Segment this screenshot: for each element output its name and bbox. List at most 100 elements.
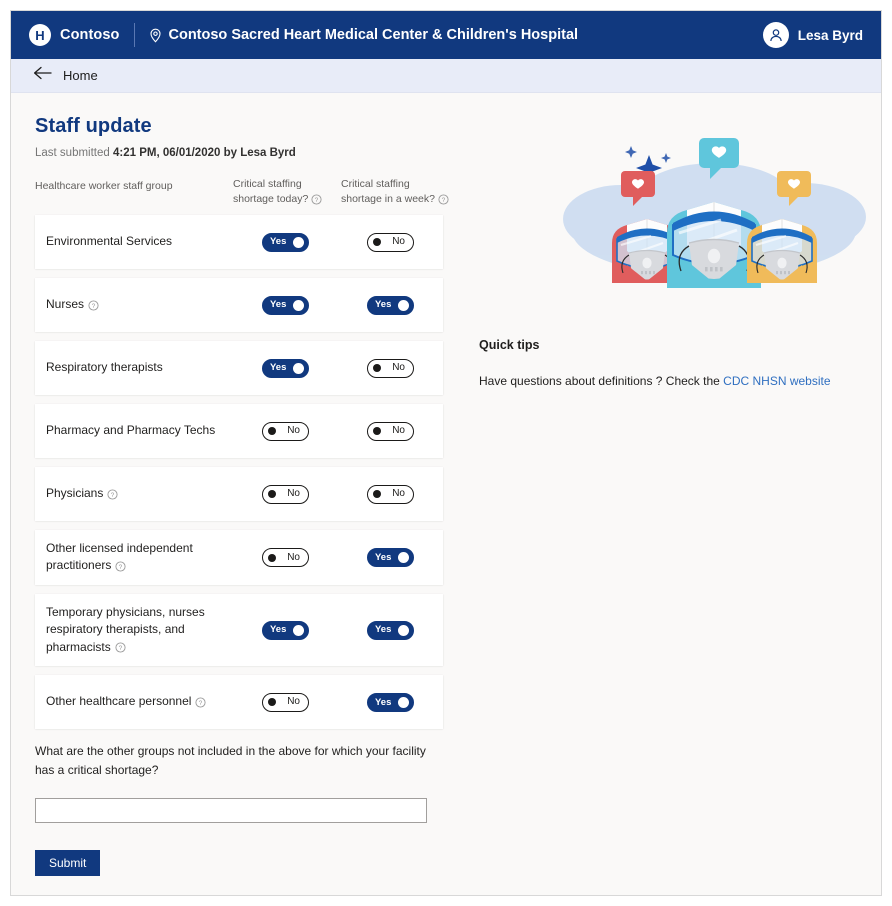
- toggle-knob: [398, 624, 409, 636]
- toggle-week[interactable]: Yes: [367, 692, 414, 712]
- column-header-shortage-week-label: Critical staffing shortage in a week?: [341, 178, 435, 206]
- table-header-row: Healthcare worker staff group Critical s…: [35, 177, 449, 215]
- staff-group-label: Other healthcare personnel: [46, 694, 192, 709]
- form-column: Staff update Last submitted 4:21 PM, 06/…: [11, 93, 449, 894]
- toggle-today[interactable]: No: [262, 548, 309, 567]
- svg-text:?: ?: [92, 303, 96, 310]
- toggle-week[interactable]: No: [367, 421, 414, 441]
- site-selector[interactable]: Contoso Sacred Heart Medical Center & Ch…: [149, 27, 579, 43]
- brand-name: Contoso: [60, 27, 120, 43]
- topbar-divider: [133, 23, 135, 47]
- toggle-knob: [268, 698, 276, 707]
- toggle-label: No: [287, 551, 300, 563]
- toggle-label: No: [392, 236, 405, 248]
- table-row: Nurses? Yes Yes: [35, 278, 443, 333]
- toggle-knob: [373, 427, 381, 436]
- breadcrumb-item-home[interactable]: Home: [63, 68, 98, 83]
- help-circle-icon[interactable]: ?: [438, 192, 449, 207]
- submit-button[interactable]: Submit: [35, 850, 101, 877]
- toggle-knob: [373, 490, 381, 499]
- toggle-knob: [268, 490, 276, 499]
- staff-group-label-cell: Other healthcare personnel?: [35, 693, 233, 711]
- cell-week: Yes: [338, 692, 443, 712]
- table-row: Environmental Services Yes No: [35, 215, 443, 270]
- quick-tips-text-before: Have questions about definitions ? Check…: [479, 374, 724, 388]
- toggle-knob: [293, 299, 304, 311]
- toggle-label: No: [392, 488, 405, 500]
- toggle-knob: [293, 624, 304, 636]
- staff-group-label: Physicians: [46, 486, 104, 501]
- brand-block[interactable]: H Contoso: [29, 24, 120, 46]
- user-menu[interactable]: Lesa Byrd: [762, 22, 863, 48]
- user-name: Lesa Byrd: [797, 27, 863, 43]
- healthcare-workers-masks-illustration: [549, 133, 879, 298]
- toggle-week[interactable]: No: [367, 484, 414, 504]
- quick-tips-column: Quick tips Have questions about definiti…: [449, 93, 881, 894]
- svg-text:?: ?: [442, 197, 446, 204]
- toggle-week[interactable]: No: [367, 358, 414, 378]
- column-header-shortage-week: Critical staffing shortage in a week??: [341, 177, 449, 207]
- quick-tips-title: Quick tips: [479, 338, 540, 352]
- toggle-today[interactable]: Yes: [262, 358, 309, 378]
- staff-group-label: Nurses: [46, 297, 85, 312]
- arrow-left-icon[interactable]: [33, 66, 52, 85]
- table-row: Other licensed independent practitioners…: [35, 530, 443, 585]
- svg-text:?: ?: [199, 700, 203, 707]
- cell-today: No: [233, 692, 338, 712]
- help-circle-icon[interactable]: ?: [88, 296, 99, 313]
- toggle-label: No: [287, 425, 300, 437]
- toggle-week[interactable]: Yes: [367, 295, 414, 315]
- toggle-knob: [373, 238, 381, 247]
- cell-today: Yes: [233, 295, 338, 315]
- toggle-week[interactable]: Yes: [367, 620, 414, 640]
- site-name: Contoso Sacred Heart Medical Center & Ch…: [168, 27, 579, 43]
- help-circle-icon[interactable]: ?: [107, 485, 118, 502]
- cell-week: No: [338, 484, 443, 504]
- staff-group-label-cell: Pharmacy and Pharmacy Techs: [35, 422, 233, 439]
- toggle-knob: [373, 364, 381, 373]
- toggle-label: Yes: [375, 299, 392, 311]
- column-header-staff-group: Healthcare worker staff group: [35, 180, 173, 192]
- cell-today: No: [233, 484, 338, 504]
- toggle-week[interactable]: Yes: [367, 548, 414, 567]
- toggle-knob: [268, 427, 276, 436]
- table-row: Pharmacy and Pharmacy Techs No No: [35, 404, 443, 459]
- toggle-label: No: [392, 425, 405, 437]
- help-circle-icon[interactable]: ?: [115, 639, 126, 656]
- toggle-week[interactable]: No: [367, 232, 414, 252]
- top-navigation-bar: H Contoso Contoso Sacred Heart Medical C…: [11, 11, 881, 59]
- other-groups-input[interactable]: [35, 798, 427, 824]
- breadcrumb: Home: [11, 59, 881, 93]
- toggle-today[interactable]: No: [262, 421, 309, 441]
- toggle-knob: [398, 696, 409, 708]
- help-circle-icon[interactable]: ?: [311, 192, 322, 207]
- toggle-today[interactable]: No: [262, 692, 309, 712]
- cell-week: No: [338, 232, 443, 252]
- cdc-nhsn-website-link[interactable]: CDC NHSN website: [723, 374, 830, 388]
- toggle-knob: [293, 362, 304, 374]
- cell-week: Yes: [338, 295, 443, 315]
- staff-group-label-cell: Physicians?: [35, 485, 233, 503]
- contoso-logo-icon: H: [29, 24, 51, 46]
- toggle-label: Yes: [270, 236, 287, 248]
- toggle-label: Yes: [375, 696, 392, 708]
- svg-text:?: ?: [118, 645, 122, 652]
- toggle-today[interactable]: Yes: [262, 620, 309, 640]
- toggle-knob: [398, 552, 409, 563]
- quick-tips-text: Have questions about definitions ? Check…: [479, 374, 879, 388]
- toggle-knob: [268, 553, 276, 562]
- location-pin-icon: [149, 28, 162, 43]
- cell-week: No: [338, 421, 443, 441]
- staff-group-label-cell: Environmental Services: [35, 233, 233, 250]
- help-circle-icon[interactable]: ?: [115, 558, 126, 575]
- other-groups-question: What are the other groups not included i…: [35, 744, 426, 777]
- toggle-today[interactable]: No: [262, 484, 309, 504]
- staff-group-label: Environmental Services: [46, 234, 173, 249]
- toggle-label: Yes: [270, 299, 287, 311]
- toggle-today[interactable]: Yes: [262, 232, 309, 252]
- toggle-label: No: [287, 696, 300, 708]
- toggle-today[interactable]: Yes: [262, 295, 309, 315]
- staff-group-label-cell: Respiratory therapists: [35, 359, 233, 376]
- help-circle-icon[interactable]: ?: [195, 694, 206, 711]
- svg-text:?: ?: [111, 492, 115, 499]
